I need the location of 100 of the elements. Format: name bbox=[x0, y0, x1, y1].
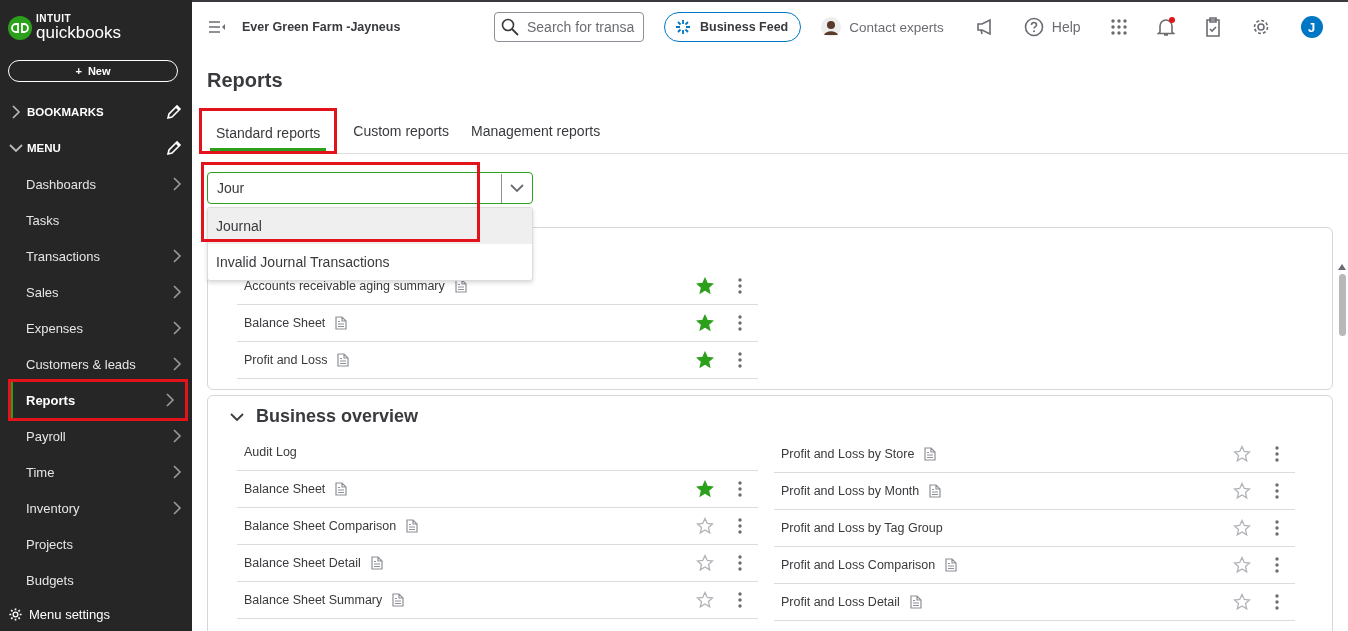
tab[interactable]: Standard reports bbox=[210, 117, 327, 151]
brand-label: INTUIT bbox=[36, 14, 73, 24]
document-icon bbox=[392, 593, 405, 607]
page-title: Reports bbox=[207, 69, 284, 92]
sidebar-item[interactable]: Reports bbox=[11, 382, 185, 418]
more-options-icon[interactable] bbox=[738, 555, 742, 571]
star-icon[interactable] bbox=[696, 277, 714, 295]
document-icon bbox=[909, 595, 922, 609]
more-options-icon[interactable] bbox=[1275, 594, 1279, 610]
star-icon[interactable] bbox=[1233, 593, 1251, 611]
more-options-icon[interactable] bbox=[1275, 520, 1279, 536]
settings-icon bbox=[8, 607, 23, 622]
edit-icon[interactable] bbox=[166, 104, 182, 120]
more-options-icon[interactable] bbox=[738, 352, 742, 368]
more-options-icon[interactable] bbox=[1275, 483, 1279, 499]
more-options-icon[interactable] bbox=[738, 278, 742, 294]
brand-name: quickbooks bbox=[36, 24, 122, 41]
logo-icon bbox=[8, 15, 32, 40]
document-icon bbox=[924, 447, 937, 461]
sidebar-item[interactable]: Time bbox=[0, 454, 192, 490]
report-search-field[interactable]: Jour bbox=[207, 172, 533, 204]
report-link[interactable]: Balance Sheet bbox=[244, 316, 326, 330]
notification-bell-icon[interactable] bbox=[1156, 17, 1175, 37]
document-icon bbox=[337, 353, 350, 367]
star-icon[interactable] bbox=[696, 591, 714, 609]
collapse-icon[interactable] bbox=[9, 143, 23, 153]
more-options-icon[interactable] bbox=[1275, 557, 1279, 573]
report-link[interactable]: Profit and Loss Detail bbox=[781, 595, 900, 609]
scroll-up-arrow-icon[interactable] bbox=[1338, 264, 1346, 270]
star-icon[interactable] bbox=[1233, 482, 1251, 500]
help-link[interactable]: Help bbox=[1051, 19, 1081, 35]
search-icon bbox=[501, 18, 519, 36]
chevron-icon bbox=[172, 429, 182, 443]
report-link[interactable]: Audit Log bbox=[244, 445, 297, 459]
edit-icon[interactable] bbox=[166, 140, 182, 156]
star-icon[interactable] bbox=[1233, 556, 1251, 574]
menu-icon[interactable] bbox=[208, 20, 226, 34]
report-link[interactable]: Profit and Loss by Store bbox=[781, 447, 915, 461]
sidebar-item[interactable]: Payroll bbox=[0, 418, 192, 454]
tab[interactable]: Management reports bbox=[465, 109, 607, 153]
person-avatar bbox=[821, 17, 842, 37]
user-avatar[interactable]: J bbox=[1300, 16, 1323, 38]
sidebar-item[interactable]: Expenses bbox=[0, 310, 192, 346]
chevron-icon bbox=[172, 321, 182, 335]
more-options-icon[interactable] bbox=[738, 481, 742, 497]
more-options-icon[interactable] bbox=[738, 315, 742, 331]
star-icon[interactable] bbox=[696, 314, 714, 332]
star-icon[interactable] bbox=[1233, 445, 1251, 463]
report-link[interactable]: Accounts receivable aging summary bbox=[244, 279, 445, 293]
star-icon[interactable] bbox=[696, 517, 714, 535]
more-options-icon[interactable] bbox=[738, 592, 742, 608]
star-icon[interactable] bbox=[696, 351, 714, 369]
sidebar-item[interactable]: Transactions bbox=[0, 238, 192, 274]
star-icon[interactable] bbox=[696, 554, 714, 572]
report-link[interactable]: Balance Sheet Summary bbox=[244, 593, 383, 607]
star-icon[interactable] bbox=[696, 480, 714, 498]
company-name: Ever Green Farm -Jayneus bbox=[242, 20, 402, 34]
report-link[interactable]: Balance Sheet Detail bbox=[244, 556, 361, 570]
document-icon bbox=[370, 556, 383, 570]
scrollbar-thumb[interactable] bbox=[1338, 274, 1346, 336]
sparkle-icon bbox=[675, 19, 691, 35]
report-link[interactable]: Profit and Loss Comparison bbox=[781, 558, 936, 572]
dropdown-option[interactable]: Journal bbox=[208, 208, 532, 244]
report-link[interactable]: Profit and Loss by Month bbox=[781, 484, 920, 498]
expand-icon[interactable] bbox=[9, 105, 23, 119]
tab[interactable]: Custom reports bbox=[347, 109, 455, 153]
sidebar-item[interactable]: Projects bbox=[0, 526, 192, 562]
report-link[interactable]: Profit and Loss bbox=[244, 353, 328, 367]
report-link[interactable]: Profit and Loss by Tag Group bbox=[781, 521, 943, 535]
chevron-icon bbox=[172, 465, 182, 479]
sidebar-item[interactable]: Inventory bbox=[0, 490, 192, 526]
menu-settings-link[interactable]: Menu settings bbox=[29, 607, 110, 622]
report-link[interactable]: Balance Sheet Comparison bbox=[244, 519, 397, 533]
dropdown-option[interactable]: Invalid Journal Transactions bbox=[208, 244, 532, 280]
star-icon[interactable] bbox=[1233, 519, 1251, 537]
search-field[interactable]: Search for transa bbox=[494, 12, 644, 42]
sidebar-item[interactable]: Budgets bbox=[0, 562, 192, 598]
sidebar-item[interactable]: Sales bbox=[0, 274, 192, 310]
megaphone-icon[interactable] bbox=[975, 18, 994, 36]
more-options-icon[interactable] bbox=[1275, 446, 1279, 462]
document-icon bbox=[454, 279, 467, 293]
document-icon bbox=[945, 558, 958, 572]
chevron-down-icon bbox=[509, 183, 524, 193]
chevron-icon bbox=[172, 285, 182, 299]
report-link[interactable]: Balance Sheet bbox=[244, 482, 326, 496]
contact-experts-link[interactable]: Contact experts bbox=[849, 19, 944, 35]
sidebar-item[interactable]: Customers & leads bbox=[0, 346, 192, 382]
section-label[interactable]: MENU bbox=[27, 142, 166, 154]
sidebar-item[interactable]: Tasks bbox=[0, 202, 192, 238]
document-icon bbox=[929, 484, 942, 498]
more-options-icon[interactable] bbox=[738, 518, 742, 534]
section-label[interactable]: BOOKMARKS bbox=[27, 106, 166, 118]
help-icon[interactable] bbox=[1023, 17, 1044, 37]
sidebar-item[interactable]: Dashboards bbox=[0, 166, 192, 202]
business-feed-button[interactable]: Business Feed bbox=[664, 12, 802, 42]
apps-grid-icon[interactable] bbox=[1110, 19, 1127, 35]
document-icon bbox=[406, 519, 419, 533]
clipboard-icon[interactable] bbox=[1204, 17, 1221, 37]
chevron-icon bbox=[172, 177, 182, 191]
chevron-icon bbox=[172, 501, 182, 515]
